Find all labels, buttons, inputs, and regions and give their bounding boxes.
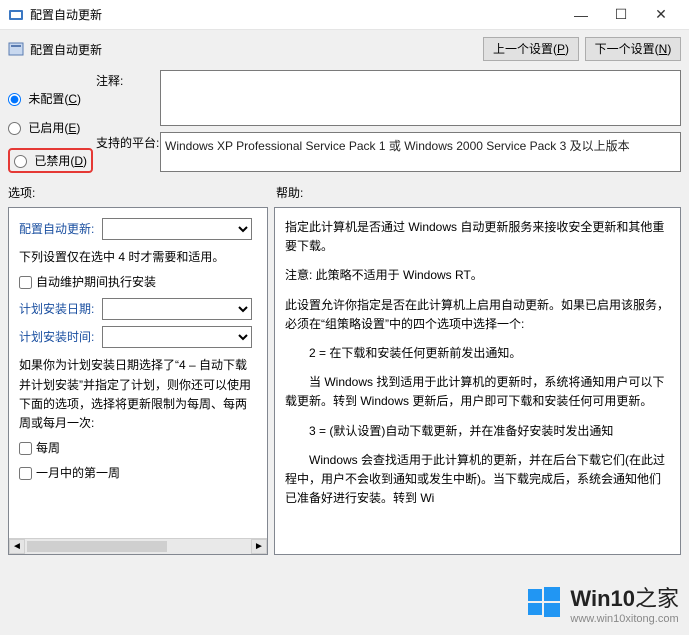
prev-setting-button[interactable]: 上一个设置(P) bbox=[483, 37, 579, 61]
plan-time-label: 计划安装时间: bbox=[19, 330, 94, 344]
options-note: 下列设置仅在选中 4 时才需要和适用。 bbox=[19, 248, 257, 267]
help-p2: 注意: 此策略不适用于 Windows RT。 bbox=[285, 266, 670, 285]
supported-textarea: Windows XP Professional Service Pack 1 或… bbox=[160, 132, 681, 172]
radio-column: 未配置(C) 已启用(E) 已禁用(D) bbox=[8, 70, 96, 178]
comment-textarea[interactable] bbox=[160, 70, 681, 126]
windows-logo-icon bbox=[526, 585, 562, 621]
window-title: 配置自动更新 bbox=[30, 6, 561, 23]
radio-not-configured[interactable]: 未配置(C) bbox=[8, 90, 96, 107]
watermark-brand: Win10 bbox=[570, 586, 635, 611]
scroll-left-arrow[interactable]: ◄ bbox=[9, 539, 25, 554]
header-bar: 配置自动更新 上一个设置(P) 下一个设置(N) bbox=[0, 30, 689, 64]
supported-label: 支持的平台: bbox=[96, 132, 160, 172]
help-pane[interactable]: 指定此计算机是否通过 Windows 自动更新服务来接收安全更新和其他重要下载。… bbox=[274, 207, 681, 555]
close-button[interactable]: ✕ bbox=[641, 0, 681, 30]
help-p3: 此设置允许你指定是否在此计算机上启用自动更新。如果已启用该服务，必须在“组策略设… bbox=[285, 296, 670, 334]
options-section-label: 选项: bbox=[8, 180, 268, 203]
configure-update-select[interactable] bbox=[102, 218, 252, 240]
policy-icon bbox=[8, 41, 24, 57]
radio-disabled[interactable]: 已禁用(D) bbox=[14, 152, 87, 169]
watermark-url: www.win10xitong.com bbox=[570, 613, 679, 625]
minimize-button[interactable]: — bbox=[561, 0, 601, 30]
highlight-box: 已禁用(D) bbox=[8, 148, 93, 173]
help-p7: Windows 会查找适用于此计算机的更新，并在后台下载它们(在此过程中，用户不… bbox=[285, 451, 670, 509]
every-week-checkbox[interactable]: 每周 bbox=[19, 439, 257, 458]
maintenance-checkbox[interactable]: 自动维护期间执行安装 bbox=[19, 273, 257, 292]
help-p1: 指定此计算机是否通过 Windows 自动更新服务来接收安全更新和其他重要下载。 bbox=[285, 218, 670, 256]
plan-date-label: 计划安装日期: bbox=[19, 302, 94, 316]
every-week-label: 每周 bbox=[36, 439, 60, 458]
scroll-thumb[interactable] bbox=[27, 541, 167, 552]
first-week-label: 一月中的第一周 bbox=[36, 464, 120, 483]
help-p4: 2 = 在下载和安装任何更新前发出通知。 bbox=[285, 344, 670, 363]
next-setting-button[interactable]: 下一个设置(N) bbox=[585, 37, 681, 61]
plan-time-select[interactable] bbox=[102, 326, 252, 348]
help-p6: 3 = (默认设置)自动下载更新，并在准备好安装时发出通知 bbox=[285, 422, 670, 441]
scroll-right-arrow[interactable]: ► bbox=[251, 539, 267, 554]
help-section-label: 帮助: bbox=[268, 180, 311, 203]
radio-enabled[interactable]: 已启用(E) bbox=[8, 119, 96, 136]
header-title: 配置自动更新 bbox=[30, 41, 477, 58]
maximize-button[interactable]: ☐ bbox=[601, 0, 641, 30]
help-p5: 当 Windows 找到适用于此计算机的更新时，系统将通知用户可以下载更新。转到… bbox=[285, 373, 670, 411]
options-pane[interactable]: 配置自动更新: 下列设置仅在选中 4 时才需要和适用。 自动维护期间执行安装 计… bbox=[8, 207, 268, 555]
plan-date-select[interactable] bbox=[102, 298, 252, 320]
options-scrollbar[interactable]: ◄ ► bbox=[9, 538, 267, 554]
plan-description: 如果你为计划安装日期选择了“4 – 自动下载并计划安装”并指定了计划，则你还可以… bbox=[19, 356, 257, 433]
first-week-checkbox[interactable]: 一月中的第一周 bbox=[19, 464, 257, 483]
options-heading: 配置自动更新: bbox=[19, 222, 94, 236]
maintenance-checkbox-label: 自动维护期间执行安装 bbox=[36, 273, 156, 292]
watermark-suffix: 之家 bbox=[635, 586, 679, 611]
watermark: Win10之家 www.win10xitong.com bbox=[526, 581, 679, 625]
titlebar: 配置自动更新 — ☐ ✕ bbox=[0, 0, 689, 30]
comment-label: 注释: bbox=[96, 70, 160, 126]
panes: 配置自动更新: 下列设置仅在选中 4 时才需要和适用。 自动维护期间执行安装 计… bbox=[0, 203, 689, 555]
config-state-row: 未配置(C) 已启用(E) 已禁用(D) 注释: 支持的平台: Windows … bbox=[0, 64, 689, 180]
right-column: 注释: 支持的平台: Windows XP Professional Servi… bbox=[96, 70, 681, 178]
app-icon bbox=[8, 7, 24, 23]
